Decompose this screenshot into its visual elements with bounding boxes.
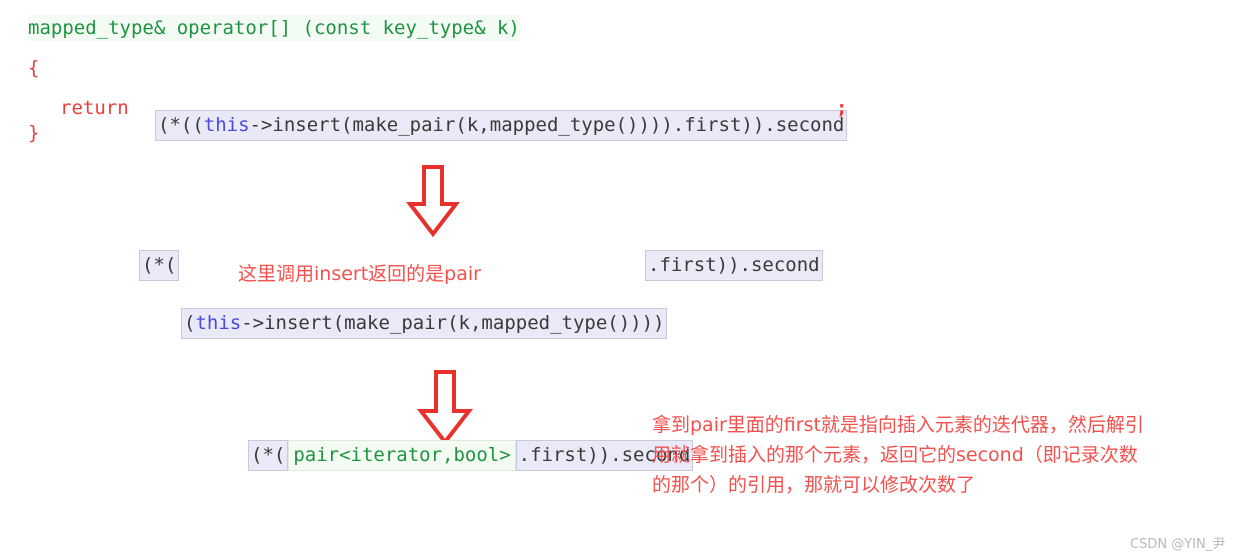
- return-expression-text: (*((this->insert(make_pair(k,mapped_type…: [155, 110, 848, 141]
- return-keyword: return: [60, 97, 129, 119]
- step-three-annotation: 拿到pair里面的first就是指向插入元素的迭代器，然后解引用就拿到插入的那个…: [652, 414, 1144, 496]
- inner-this-keyword: this: [195, 312, 242, 334]
- step-three-type-text: pair<iterator,bool>: [288, 440, 516, 471]
- close-brace: }: [28, 122, 40, 144]
- step-three-left-text: (*(: [248, 440, 289, 471]
- expr-prefix: (*((: [158, 114, 204, 136]
- return-expression-chip: (*((this->insert(make_pair(k,mapped_type…: [147, 92, 848, 141]
- step-two-inner-chip: (this->insert(make_pair(k,mapped_type())…: [173, 290, 668, 339]
- expr-rest: ->insert(make_pair(k,mapped_type()))).fi…: [249, 114, 845, 136]
- function-signature-line: mapped_type& operator[] (const key_type&…: [28, 15, 520, 41]
- statement-semicolon: ;: [836, 97, 848, 119]
- csdn-watermark: CSDN @YIN_尹: [1130, 537, 1226, 552]
- step-two-right-text: .first)).second: [645, 250, 823, 281]
- step-two-left-text: (*(: [139, 250, 180, 281]
- down-arrow-step-1-icon: [398, 128, 468, 257]
- open-brace: {: [28, 57, 40, 79]
- step-three-expression: (*(pair<iterator,bool> .first)).second: [240, 422, 694, 471]
- inner-rest: ->insert(make_pair(k,mapped_type()))): [241, 312, 665, 334]
- step-two-annotation: 这里调用insert返回的是pair: [238, 263, 481, 285]
- this-keyword: this: [203, 114, 250, 136]
- step-two-right-chip: .first)).second: [637, 232, 823, 281]
- step-two-left-chip: (*(: [131, 232, 180, 281]
- inner-open-paren: (: [184, 312, 196, 334]
